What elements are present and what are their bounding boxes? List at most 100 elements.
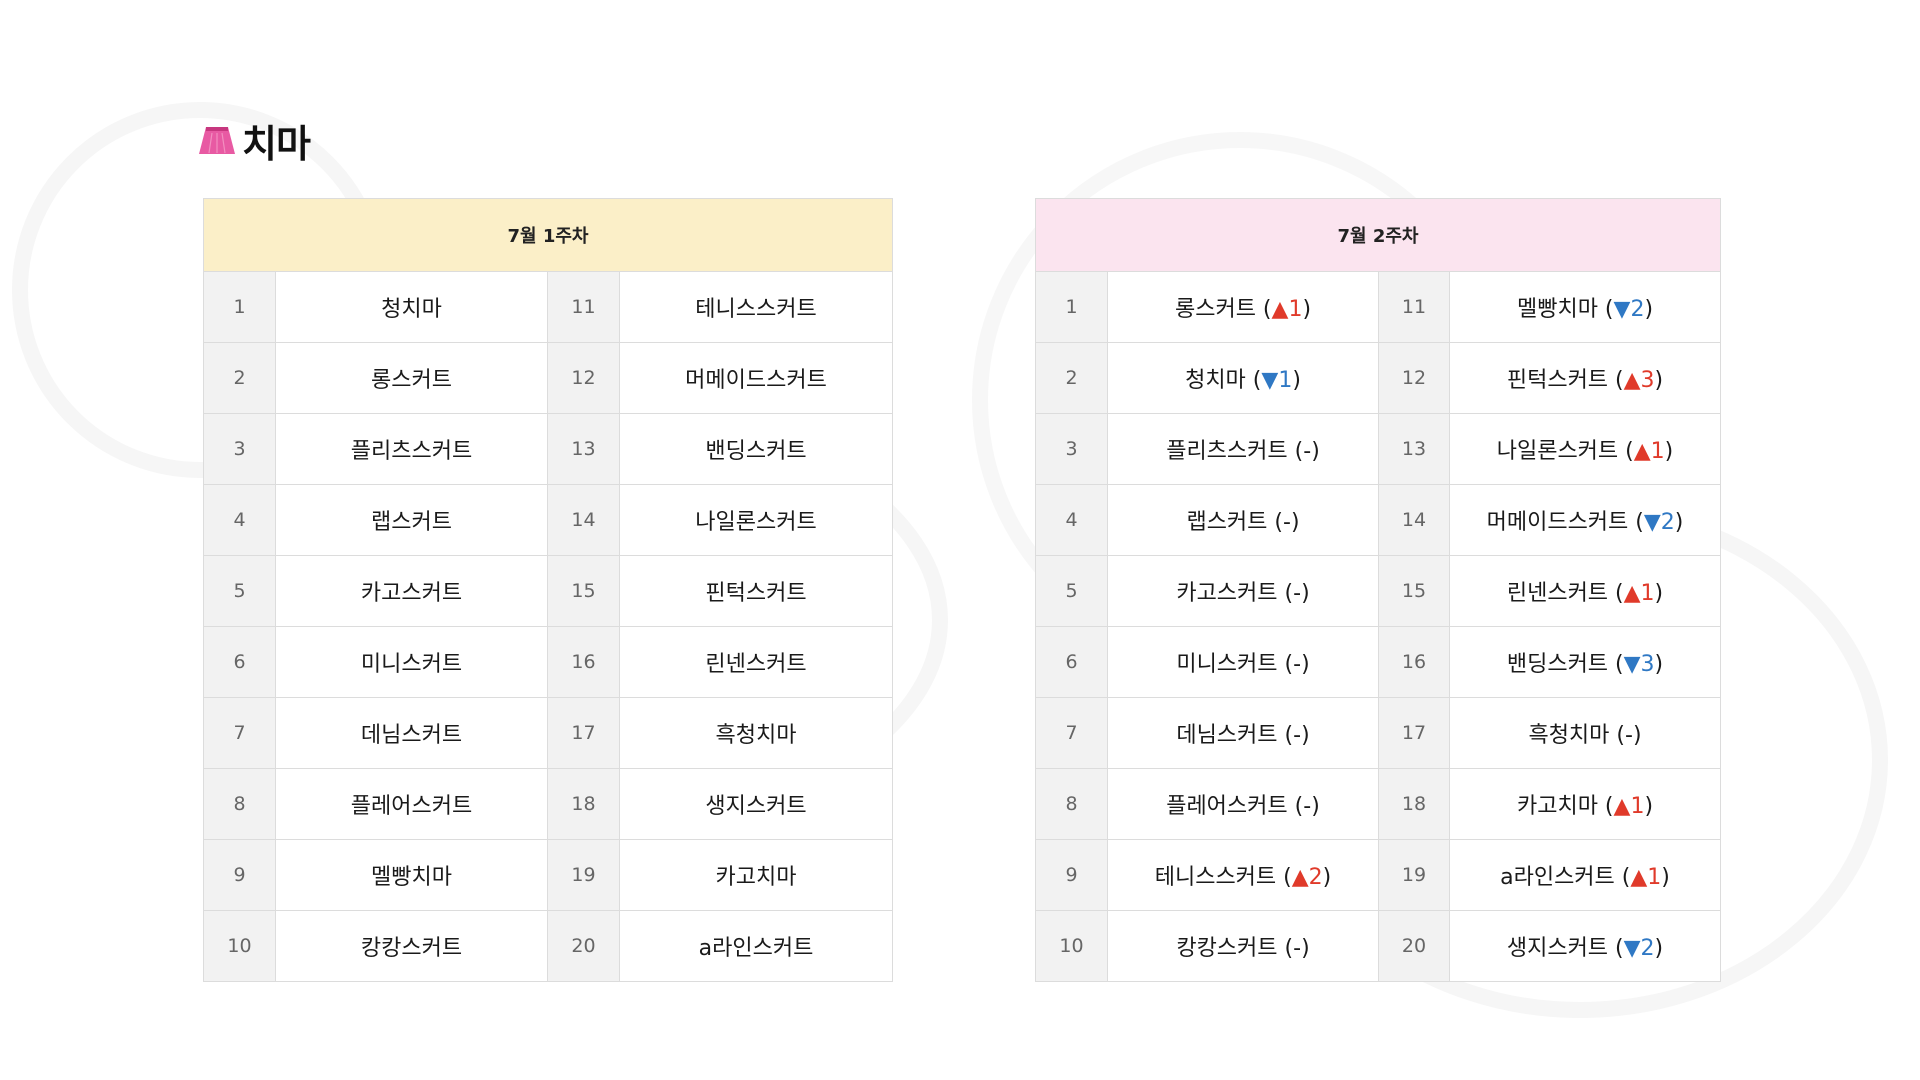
rank-item: 핀턱스커트 bbox=[619, 555, 893, 627]
rank-item: 청치마 bbox=[275, 271, 548, 343]
rank-item-name: 흑청치마 bbox=[1528, 723, 1610, 748]
rank-item: 청치마 (▼1) bbox=[1107, 342, 1379, 414]
rank-item-name: 청치마 bbox=[381, 297, 442, 322]
rank-number: 10 bbox=[203, 910, 276, 982]
rank-number: 15 bbox=[547, 555, 620, 627]
rank-item-name: a라인스커트 bbox=[698, 936, 814, 961]
rank-change-amount: - bbox=[1283, 510, 1291, 535]
arrow-up-icon: ▲ bbox=[1633, 439, 1651, 464]
table-row: 6 미니스커트 (-) 16 밴딩스커트 (▼3) bbox=[1035, 626, 1721, 698]
rank-change: (▼2) bbox=[1608, 936, 1664, 961]
rank-change-amount: - bbox=[1303, 794, 1312, 819]
rank-number: 1 bbox=[1035, 271, 1108, 343]
rank-item-name: 청치마 bbox=[1185, 368, 1246, 393]
rank-item: 플리츠스커트 bbox=[275, 413, 548, 485]
rank-item: 머메이드스커트 bbox=[619, 342, 893, 414]
table-row: 4 랩스커트 14 나일론스커트 bbox=[203, 484, 893, 556]
rank-item-name: 린넨스커트 bbox=[1506, 581, 1609, 606]
rank-item-name: 생지스커트 bbox=[1506, 936, 1609, 961]
rank-number: 14 bbox=[1378, 484, 1450, 556]
rank-number: 8 bbox=[1035, 768, 1108, 840]
rank-number: 9 bbox=[203, 839, 276, 911]
table-row: 10 캉캉스커트 (-) 20 생지스커트 (▼2) bbox=[1035, 910, 1721, 982]
rank-number: 13 bbox=[547, 413, 620, 485]
rank-change: (▲1) bbox=[1608, 581, 1664, 606]
rank-number: 19 bbox=[1378, 839, 1450, 911]
rank-item-name: 흑청치마 bbox=[715, 723, 797, 748]
rank-item: 카고스커트 (-) bbox=[1107, 555, 1379, 627]
rank-change-amount: 2 bbox=[1630, 297, 1645, 322]
rank-number: 14 bbox=[547, 484, 620, 556]
section-title: 치마 bbox=[198, 113, 311, 167]
table-row: 10 캉캉스커트 20 a라인스커트 bbox=[203, 910, 893, 982]
arrow-down-icon: ▼ bbox=[1643, 510, 1661, 535]
rank-change: (-) bbox=[1609, 723, 1642, 748]
rank-number: 12 bbox=[547, 342, 620, 414]
rank-item-name: 미니스커트 bbox=[360, 652, 463, 677]
week1-header: 7월 1주차 bbox=[203, 198, 893, 272]
arrow-up-icon: ▲ bbox=[1291, 865, 1309, 890]
rank-item-name: 카고스커트 bbox=[1176, 581, 1278, 606]
rank-item: 밴딩스커트 bbox=[619, 413, 893, 485]
rank-item-name: 카고치마 bbox=[715, 865, 797, 890]
rank-item: 카고스커트 bbox=[275, 555, 548, 627]
rank-change: (▲2) bbox=[1276, 865, 1332, 890]
rank-item: 테니스스커트 bbox=[619, 271, 893, 343]
rank-item-name: 밴딩스커트 bbox=[705, 439, 807, 464]
rank-item: 플레어스커트 bbox=[275, 768, 548, 840]
rank-item: 나일론스커트 (▲1) bbox=[1449, 413, 1721, 485]
rank-number: 15 bbox=[1378, 555, 1450, 627]
arrow-down-icon: ▼ bbox=[1623, 936, 1641, 961]
rank-number: 3 bbox=[1035, 413, 1108, 485]
rank-item: 밴딩스커트 (▼3) bbox=[1449, 626, 1721, 698]
rank-item-name: 미니스커트 bbox=[1176, 652, 1278, 677]
arrow-down-icon: ▼ bbox=[1613, 297, 1631, 322]
rank-item: 롱스커트 (▲1) bbox=[1107, 271, 1379, 343]
table-row: 8 플레어스커트 (-) 18 카고치마 (▲1) bbox=[1035, 768, 1721, 840]
rank-number: 5 bbox=[203, 555, 276, 627]
rank-item: 데님스커트 (-) bbox=[1107, 697, 1379, 769]
rank-number: 1 bbox=[203, 271, 276, 343]
rank-number: 6 bbox=[203, 626, 276, 698]
rank-number: 16 bbox=[1378, 626, 1450, 698]
rank-change-amount: 1 bbox=[1288, 297, 1303, 322]
rank-item-name: 플리츠스커트 bbox=[1166, 439, 1288, 464]
rank-item-name: 테니스스커트 bbox=[695, 297, 817, 322]
rank-item: a라인스커트 (▲1) bbox=[1449, 839, 1721, 911]
rank-change: (▼1) bbox=[1245, 368, 1301, 393]
rank-change-amount: 1 bbox=[1278, 368, 1293, 393]
rank-item-name: 머메이드스커트 bbox=[685, 368, 827, 393]
rank-item-name: 캉캉스커트 bbox=[360, 936, 463, 961]
rank-item-name: 플레어스커트 bbox=[1166, 794, 1288, 819]
rank-item-name: 핀턱스커트 bbox=[1506, 368, 1609, 393]
rank-change: (▼2) bbox=[1628, 510, 1684, 535]
rank-item-name: 멜빵치마 bbox=[1516, 297, 1598, 322]
rank-change-amount: 1 bbox=[1640, 581, 1655, 606]
rank-item: 흑청치마 bbox=[619, 697, 893, 769]
rank-item: 린넨스커트 bbox=[619, 626, 893, 698]
rank-number: 8 bbox=[203, 768, 276, 840]
rank-change-amount: 1 bbox=[1630, 794, 1645, 819]
ranking-table-week2: 7월 2주차 1 롱스커트 (▲1) 11 멜빵치마 (▼2) 2 청치마 (▼1) 12 핀… bbox=[1035, 198, 1721, 982]
rank-change-amount: - bbox=[1625, 723, 1633, 748]
rank-number: 16 bbox=[547, 626, 620, 698]
rank-number: 6 bbox=[1035, 626, 1108, 698]
rank-item-name: 데님스커트 bbox=[360, 723, 463, 748]
rank-number: 20 bbox=[547, 910, 620, 982]
rank-number: 5 bbox=[1035, 555, 1108, 627]
table-row: 2 롱스커트 12 머메이드스커트 bbox=[203, 342, 893, 414]
rank-number: 18 bbox=[1378, 768, 1450, 840]
rank-item: 캉캉스커트 (-) bbox=[1107, 910, 1379, 982]
rank-change-amount: 1 bbox=[1650, 439, 1665, 464]
rank-change: (▲1) bbox=[1255, 297, 1312, 322]
rank-number: 4 bbox=[203, 484, 276, 556]
table-row: 7 데님스커트 (-) 17 흑청치마 (-) bbox=[1035, 697, 1721, 769]
rank-number: 18 bbox=[547, 768, 620, 840]
rank-item: 핀턱스커트 (▲3) bbox=[1449, 342, 1721, 414]
rank-change-amount: 2 bbox=[1308, 865, 1323, 890]
table-row: 3 플리츠스커트 13 밴딩스커트 bbox=[203, 413, 893, 485]
rank-change: (▲1) bbox=[1614, 865, 1670, 890]
rank-item: 캉캉스커트 bbox=[275, 910, 548, 982]
rank-number: 20 bbox=[1378, 910, 1450, 982]
rank-item: 미니스커트 bbox=[275, 626, 548, 698]
